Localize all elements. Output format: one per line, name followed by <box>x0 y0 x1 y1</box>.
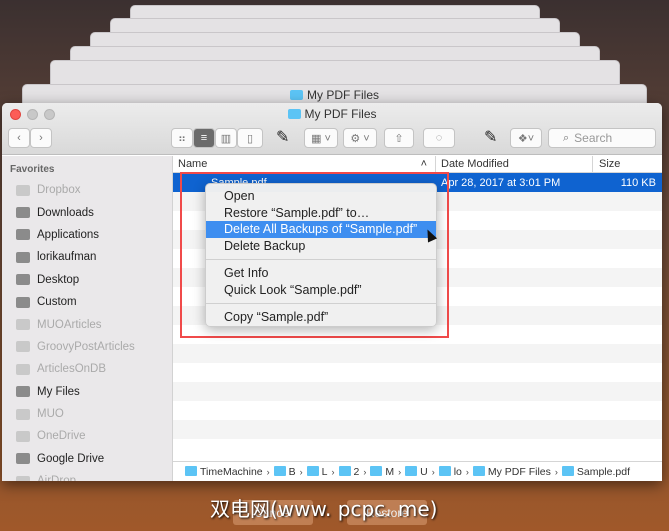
sidebar-item-desktop[interactable]: Desktop <box>2 269 172 291</box>
sidebar-item-muo[interactable]: MUO <box>2 403 172 425</box>
dropbox-button[interactable]: ❖˅ <box>510 128 542 148</box>
context-menu: Open Restore “Sample.pdf” to… Delete All… <box>205 183 437 327</box>
folder-icon <box>287 109 301 119</box>
menu-item-open[interactable]: Open <box>206 188 436 205</box>
path-item[interactable]: TimeMachine <box>185 465 263 478</box>
file-date: Apr 28, 2017 at 3:01 PM <box>441 176 561 189</box>
menu-item-delete-all-backups[interactable]: Delete All Backups of “Sample.pdf” <box>206 221 436 238</box>
folder-icon <box>16 408 30 420</box>
search-input[interactable]: ⌕ Search <box>548 128 656 148</box>
folder-icon <box>16 430 30 442</box>
arrange-button[interactable]: ▦ ˅ <box>304 128 338 148</box>
path-item[interactable]: B <box>273 465 296 478</box>
folder-icon <box>405 465 418 476</box>
menu-item-get-info[interactable]: Get Info <box>206 265 436 282</box>
folder-icon <box>338 465 351 476</box>
column-view-button[interactable]: ▥ <box>215 128 237 148</box>
menu-item-restore[interactable]: Restore “Sample.pdf” to… <box>206 205 436 222</box>
empty-row <box>173 363 662 382</box>
sort-arrow-icon: ˄ <box>420 158 427 170</box>
sidebar-item-custom[interactable]: Custom <box>2 291 172 313</box>
previous-window-title: My PDF Files <box>307 88 379 102</box>
sidebar-item-dropbox[interactable]: Dropbox <box>2 179 172 201</box>
window-title: My PDF Files <box>304 107 377 121</box>
file-size: 110 KB <box>620 176 656 189</box>
list-view-button[interactable]: ≡ <box>193 128 215 148</box>
icon-view-button[interactable]: ⠶ <box>171 128 193 148</box>
sidebar-item-muoarticles[interactable]: MUOArticles <box>2 313 172 335</box>
automator-icon[interactable]: ✎ <box>276 127 289 147</box>
sidebar-item-applications[interactable]: Applications <box>2 224 172 246</box>
empty-row <box>173 382 662 401</box>
action-gear-button[interactable]: ⚙ ˅ <box>343 128 377 148</box>
folder-icon <box>273 465 286 476</box>
path-separator-icon: › <box>554 466 558 477</box>
sidebar-item-lorikaufman[interactable]: lorikaufman <box>2 246 172 268</box>
column-size[interactable]: Size <box>593 156 662 172</box>
empty-row <box>173 401 662 420</box>
menu-item-delete-backup[interactable]: Delete Backup <box>206 238 436 255</box>
folder-icon <box>16 207 30 219</box>
sidebar-item-airdrop[interactable]: AirDrop <box>2 470 172 481</box>
sidebar: Favorites Dropbox Downloads Applications lo… <box>2 156 173 481</box>
path-separator-icon: › <box>465 466 469 477</box>
folder-icon <box>16 341 30 353</box>
folder-icon <box>16 319 30 331</box>
sidebar-header: Favorites <box>10 164 55 175</box>
title-bar: My PDF Files ‹ › ⠶ ≡ ▥ ▯ ✎ ▦ ˅ ⚙ ˅ ⇧ ◌ ✎… <box>2 103 662 155</box>
folder-icon <box>16 386 30 398</box>
empty-row <box>173 439 662 458</box>
menu-item-copy[interactable]: Copy “Sample.pdf” <box>206 309 436 326</box>
sidebar-item-onedrive[interactable]: OneDrive <box>2 425 172 447</box>
forward-button[interactable]: › <box>30 128 52 148</box>
coverflow-view-button[interactable]: ▯ <box>237 128 263 148</box>
folder-icon <box>472 465 485 476</box>
folder-icon <box>16 251 30 263</box>
sidebar-item-downloads[interactable]: Downloads <box>2 201 172 223</box>
automator-icon[interactable]: ✎ <box>484 127 497 147</box>
menu-item-quick-look[interactable]: Quick Look “Sample.pdf” <box>206 282 436 299</box>
path-bar: TimeMachine › B › L › 2 › M › U › lo › My PDF Files › Sa… <box>173 461 662 481</box>
folder-icon <box>185 465 197 476</box>
sidebar-item-articlesondb[interactable]: ArticlesOnDB <box>2 358 172 380</box>
empty-row <box>173 420 662 439</box>
sidebar-item-google-drive[interactable]: Google Drive <box>2 448 172 470</box>
path-item[interactable]: 2 <box>338 465 359 478</box>
folder-icon <box>16 296 30 308</box>
watermark: 双电网(www. pcpc. me) <box>210 497 438 521</box>
path-item[interactable]: M <box>370 465 394 478</box>
path-item[interactable]: Sample.pdf <box>561 465 630 478</box>
column-date[interactable]: Date Modified <box>436 156 593 172</box>
path-item[interactable]: U <box>405 465 428 478</box>
path-item[interactable]: lo <box>438 465 462 478</box>
sidebar-item-groovypostarticles[interactable]: GroovyPostArticles <box>2 336 172 358</box>
folder-icon <box>16 274 30 286</box>
folder-icon <box>370 465 383 476</box>
folder-icon <box>16 229 30 241</box>
search-icon: ⌕ <box>563 131 570 144</box>
folder-icon <box>16 184 30 196</box>
folder-icon <box>16 453 30 465</box>
folder-icon <box>306 465 319 476</box>
path-separator-icon: › <box>398 466 402 477</box>
path-item[interactable]: L <box>306 465 328 478</box>
path-item[interactable]: My PDF Files <box>472 465 551 478</box>
menu-separator <box>206 259 436 260</box>
tags-button[interactable]: ◌ <box>423 128 455 148</box>
folder-icon <box>561 465 574 476</box>
path-separator-icon: › <box>299 466 303 477</box>
folder-icon <box>16 475 30 481</box>
column-name[interactable]: Name ˄ <box>173 156 436 172</box>
back-button[interactable]: ‹ <box>8 128 30 148</box>
menu-separator <box>206 303 436 304</box>
path-separator-icon: › <box>266 466 270 477</box>
folder-icon <box>438 465 451 476</box>
folder-icon <box>16 363 30 375</box>
path-separator-icon: › <box>431 466 435 477</box>
path-separator-icon: › <box>331 466 335 477</box>
path-separator-icon: › <box>363 466 367 477</box>
empty-row <box>173 344 662 363</box>
share-button[interactable]: ⇧ <box>384 128 414 148</box>
sidebar-item-my-files[interactable]: My Files <box>2 381 172 403</box>
